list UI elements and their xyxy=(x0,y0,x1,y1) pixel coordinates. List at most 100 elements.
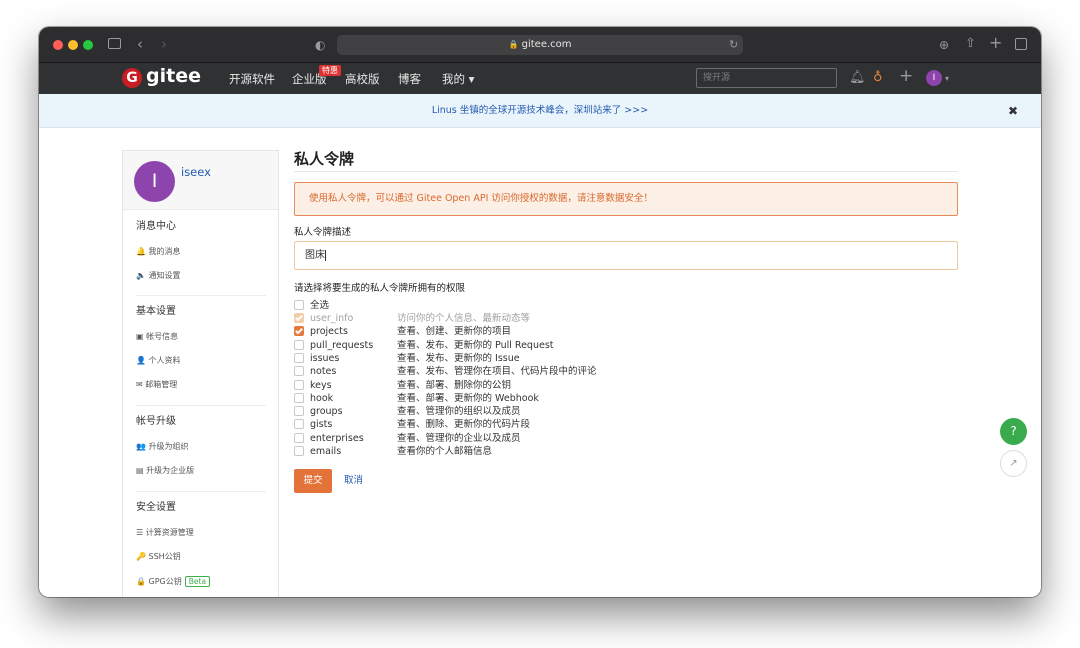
permission-row-emails[interactable]: emails 查看你的个人邮箱信息 xyxy=(294,445,794,458)
sidebar-item-label: 通知设置 xyxy=(148,271,181,280)
nav-link-mine[interactable]: 我的 ▾ xyxy=(442,72,474,86)
bell-icon[interactable]: 🔔︎ xyxy=(849,71,866,85)
gitee-logo-text[interactable]: gitee xyxy=(146,64,201,88)
permission-description: 查看、管理你的企业以及成员 xyxy=(397,432,521,444)
sidebar-item-upgrade-enterprise[interactable]: ▤ 升级为企业版 xyxy=(136,466,194,476)
bulb-icon[interactable]: ♁ xyxy=(873,71,883,85)
minimize-window-button[interactable] xyxy=(68,40,78,50)
permission-description: 查看你的个人邮箱信息 xyxy=(397,446,493,457)
warning-alert: 使用私人令牌，可以通过 Gitee Open API 访问你授权的数据，请注意数… xyxy=(294,182,958,216)
permission-row-projects[interactable]: projects 查看、创建、更新你的项目 xyxy=(294,325,794,338)
lock-icon: 🔒 xyxy=(136,577,146,586)
forward-icon[interactable]: › xyxy=(161,37,167,52)
sidebar-toggle-icon[interactable] xyxy=(108,38,121,49)
permission-checkbox[interactable] xyxy=(294,392,304,403)
help-button[interactable]: ? xyxy=(1000,418,1027,445)
submit-button[interactable]: 提交 xyxy=(294,469,332,493)
permission-checkbox[interactable] xyxy=(294,352,304,363)
beta-badge: Beta xyxy=(184,576,211,587)
feedback-button[interactable]: ↗ xyxy=(1000,450,1027,477)
reload-icon[interactable]: ↻ xyxy=(729,38,738,52)
envelope-icon: ✉ xyxy=(136,380,143,389)
nav-link-opensource[interactable]: 开源软件 xyxy=(229,72,275,86)
key-icon: 🔑 xyxy=(136,552,146,561)
back-icon[interactable]: ‹ xyxy=(137,37,143,52)
divider xyxy=(294,171,958,172)
permission-name: projects xyxy=(310,326,348,338)
permission-row-pull_requests[interactable]: pull_requests 查看、发布、更新你的 Pull Request xyxy=(294,339,794,352)
new-tab-icon[interactable]: + xyxy=(989,35,1002,51)
announcement-link[interactable]: Linus 坐镇的全球开源技术峰会，深圳站来了 >>> xyxy=(39,94,1041,128)
lock-icon: 🔒 xyxy=(508,40,519,49)
description-value: 图床 xyxy=(305,250,325,261)
permission-row-keys[interactable]: keys 查看、部署、删除你的公钥 xyxy=(294,379,794,392)
permission-name: user_info xyxy=(310,313,354,324)
privacy-shield-icon[interactable]: ◐ xyxy=(315,38,325,52)
cancel-button[interactable]: 取消 xyxy=(344,469,363,493)
permission-name: keys xyxy=(310,379,332,391)
sidebar-item-compute[interactable]: ☰ 计算资源管理 xyxy=(136,528,194,538)
browser-window: ‹ › ◐ 🔒 gitee.com ↻ ⊕ ⇧ + 开源软件 企业版 高校版 博… xyxy=(39,27,1041,597)
sidebar-item-profile[interactable]: 👤 个人资料 xyxy=(136,356,181,366)
sidebar-section-security: 安全设置 xyxy=(136,502,176,513)
permission-name: enterprises xyxy=(310,432,364,444)
select-all-row[interactable]: 全选 xyxy=(294,299,794,312)
permission-row-user_info: user_info 访问你的个人信息、最新动态等 xyxy=(294,312,794,325)
permission-description: 查看、部署、删除你的公钥 xyxy=(397,379,512,391)
sidebar-item-label: SSH公钥 xyxy=(148,552,181,561)
settings-sidebar: I iseex 消息中心 🔔 我的消息 🔈 通知设置 基本设置 ▣ 帐号信息 👤… xyxy=(122,150,279,597)
permission-row-groups[interactable]: groups 查看、管理你的组织以及成员 xyxy=(294,405,794,418)
description-input[interactable]: 图床 xyxy=(294,241,958,270)
nav-link-education[interactable]: 高校版 xyxy=(345,72,380,86)
permission-row-notes[interactable]: notes 查看、发布、管理你在项目、代码片段中的评论 xyxy=(294,365,794,378)
search-input[interactable]: 搜开源 xyxy=(696,68,837,88)
permission-name: gists xyxy=(310,419,333,431)
sidebar-item-email[interactable]: ✉ 邮箱管理 xyxy=(136,380,177,390)
list-icon: ☰ xyxy=(136,528,144,537)
close-icon[interactable]: ✖ xyxy=(1008,104,1018,118)
username-link[interactable]: iseex xyxy=(181,165,211,179)
permission-row-gists[interactable]: gists 查看、删除、更新你的代码片段 xyxy=(294,418,794,431)
sidebar-item-ssh[interactable]: 🔑 SSH公钥 xyxy=(136,552,181,562)
avatar[interactable]: I xyxy=(134,161,175,202)
permission-checkbox[interactable] xyxy=(294,379,304,390)
close-window-button[interactable] xyxy=(53,40,63,50)
permission-name: hook xyxy=(310,392,334,404)
gitee-logo-icon[interactable]: G xyxy=(122,68,142,88)
permission-checkbox[interactable] xyxy=(294,419,304,430)
permission-row-issues[interactable]: issues 查看、发布、更新你的 Issue xyxy=(294,352,794,365)
sidebar-item-notify-settings[interactable]: 🔈 通知设置 xyxy=(136,271,181,281)
permission-checkbox[interactable] xyxy=(294,432,304,443)
text-cursor xyxy=(325,249,326,261)
share-icon[interactable]: ⇧ xyxy=(965,37,976,51)
nav-link-blog[interactable]: 博客 xyxy=(398,72,421,86)
sidebar-section-upgrade: 帐号升级 xyxy=(136,416,176,427)
maximize-window-button[interactable] xyxy=(83,40,93,50)
tab-overview-icon[interactable] xyxy=(1015,38,1027,50)
permission-checkbox[interactable] xyxy=(294,406,304,417)
permissions-label: 请选择将要生成的私人令牌所拥有的权限 xyxy=(294,283,466,294)
sidebar-item-my-messages[interactable]: 🔔 我的消息 xyxy=(136,247,181,257)
permission-row-enterprises[interactable]: enterprises 查看、管理你的企业以及成员 xyxy=(294,432,794,445)
download-icon[interactable]: ⊕ xyxy=(939,38,949,52)
sidebar-item-label: GPG公钥 xyxy=(148,577,182,586)
plus-icon[interactable]: + xyxy=(899,68,913,85)
checkmark-icon xyxy=(295,313,303,322)
permission-row-hook[interactable]: hook 查看、部署、更新你的 Webhook xyxy=(294,392,794,405)
permission-description: 查看、发布、更新你的 Pull Request xyxy=(397,339,554,351)
permission-name: pull_requests xyxy=(310,339,374,351)
sidebar-item-account[interactable]: ▣ 帐号信息 xyxy=(136,332,178,342)
sidebar-item-upgrade-org[interactable]: 👥 升级为组织 xyxy=(136,442,189,452)
select-all-checkbox[interactable] xyxy=(294,300,304,310)
permission-name: groups xyxy=(310,406,343,418)
permission-checkbox[interactable] xyxy=(294,326,304,337)
permission-checkbox[interactable] xyxy=(294,339,304,350)
sidebar-item-gpg[interactable]: 🔒 GPG公钥 Beta xyxy=(136,576,211,587)
chevron-down-icon[interactable]: ▾ xyxy=(945,72,949,86)
user-avatar[interactable]: I xyxy=(926,70,942,86)
permission-checkbox[interactable] xyxy=(294,366,304,377)
permission-name: issues xyxy=(310,352,340,364)
permission-description: 查看、发布、更新你的 Issue xyxy=(397,352,520,364)
address-bar[interactable]: 🔒 gitee.com xyxy=(337,35,743,55)
permission-checkbox[interactable] xyxy=(294,446,304,456)
